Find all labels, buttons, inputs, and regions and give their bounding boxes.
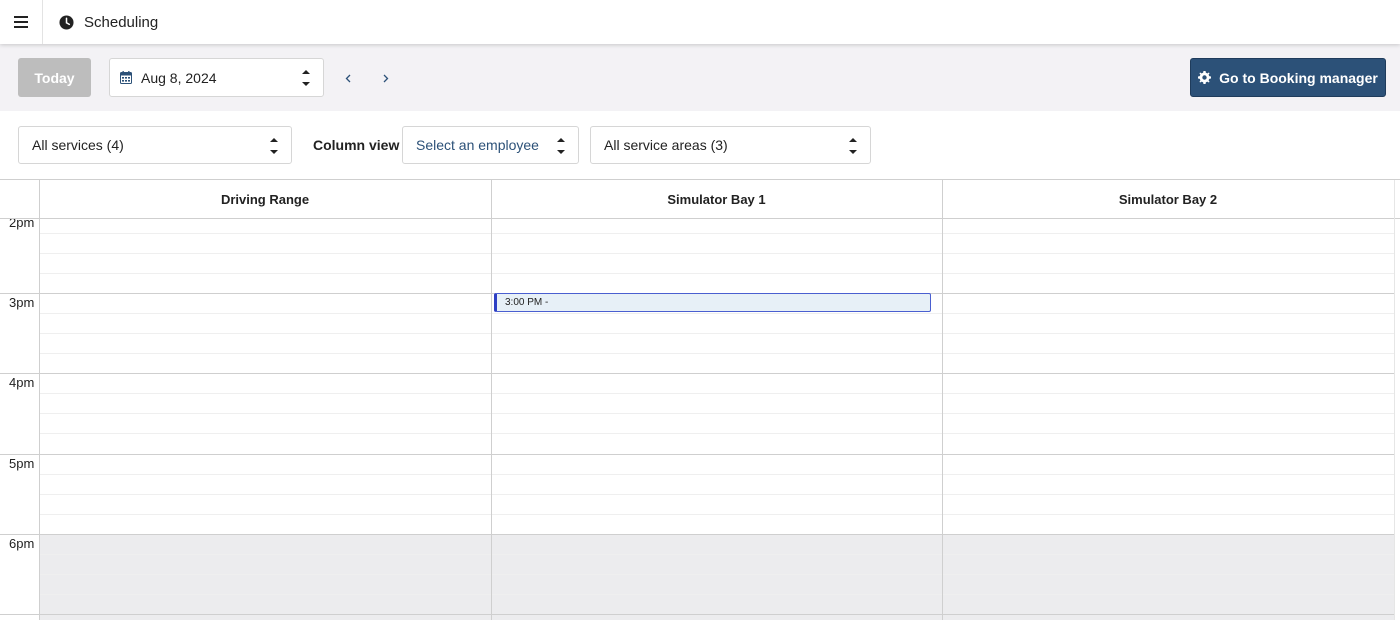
employee-select[interactable]: Select an employee — [402, 126, 579, 164]
hour-label-2pm: 2pm — [9, 219, 35, 230]
date-picker[interactable]: Aug 8, 2024 — [109, 58, 324, 97]
hour-label-5pm: 5pm — [9, 456, 35, 471]
employee-select-value: Select an employee — [416, 137, 539, 153]
hour-label-6pm: 6pm — [9, 536, 35, 551]
services-select[interactable]: All services (4) — [18, 126, 292, 164]
calendar-event[interactable]: 3:00 PM - — [494, 293, 931, 312]
previous-day-button[interactable] — [340, 67, 356, 89]
quarter-line — [39, 313, 1394, 314]
column-view-label: Column view — [313, 137, 400, 153]
column-divider — [942, 180, 943, 620]
hour-line — [0, 534, 1394, 535]
spinner-arrows-icon[interactable] — [301, 67, 311, 89]
calendar-grid: Driving Range Simulator Bay 1 Simulator … — [0, 179, 1400, 620]
column-divider — [1394, 180, 1395, 620]
column-header-simulator-bay-1: Simulator Bay 1 — [667, 191, 766, 207]
filter-bar: All services (4) Column view Select an e… — [0, 111, 1400, 179]
quarter-line — [39, 353, 1394, 354]
quarter-line — [39, 333, 1394, 334]
page-title: Scheduling — [84, 13, 159, 31]
hour-line — [0, 614, 1394, 615]
clock-icon — [59, 14, 74, 30]
app-bar: Scheduling — [0, 0, 1400, 44]
calendar-header: Driving Range Simulator Bay 1 Simulator … — [0, 180, 1400, 219]
app-title-group: Scheduling — [59, 14, 158, 31]
booking-manager-label: Go to Booking manager — [1219, 69, 1378, 86]
services-select-value: All services (4) — [32, 137, 124, 153]
quarter-line — [39, 273, 1394, 274]
select-arrows-icon — [270, 138, 278, 154]
hour-label-3pm: 3pm — [9, 295, 35, 310]
calendar-body[interactable]: 2pm 3pm 4pm 5pm 6pm 3:00 PM - — [0, 219, 1400, 620]
next-day-button[interactable] — [378, 67, 394, 89]
quarter-line — [39, 494, 1394, 495]
quarter-line — [39, 413, 1394, 414]
service-areas-select[interactable]: All service areas (3) — [590, 126, 871, 164]
column-header-driving-range: Driving Range — [220, 191, 310, 207]
toolbar: Today Aug 8, 2024 Go to Booking manager — [0, 44, 1400, 111]
hour-label-4pm: 4pm — [9, 375, 35, 390]
gear-icon — [1198, 71, 1212, 84]
service-areas-select-value: All service areas (3) — [604, 137, 728, 153]
quarter-line — [39, 253, 1394, 254]
select-arrows-icon — [557, 138, 565, 154]
quarter-line — [39, 554, 1394, 555]
chevron-right-icon — [383, 74, 389, 82]
quarter-line — [39, 233, 1394, 234]
chevron-left-icon — [345, 74, 351, 82]
quarter-line — [39, 474, 1394, 475]
quarter-line — [39, 393, 1394, 394]
column-header-simulator-bay-2: Simulator Bay 2 — [1118, 191, 1218, 207]
select-arrows-icon — [849, 138, 857, 154]
closed-hours-block — [39, 534, 1394, 620]
quarter-line — [39, 594, 1394, 595]
hour-line — [0, 454, 1394, 455]
booking-manager-button[interactable]: Go to Booking manager — [1190, 58, 1386, 97]
column-divider — [39, 180, 40, 620]
hour-line — [0, 373, 1394, 374]
date-value: Aug 8, 2024 — [141, 69, 217, 86]
hamburger-icon — [14, 16, 28, 28]
menu-button[interactable] — [0, 0, 43, 44]
today-button[interactable]: Today — [18, 58, 91, 97]
quarter-line — [39, 574, 1394, 575]
calendar-icon — [120, 71, 132, 84]
column-divider — [491, 180, 492, 620]
quarter-line — [39, 433, 1394, 434]
quarter-line — [39, 514, 1394, 515]
